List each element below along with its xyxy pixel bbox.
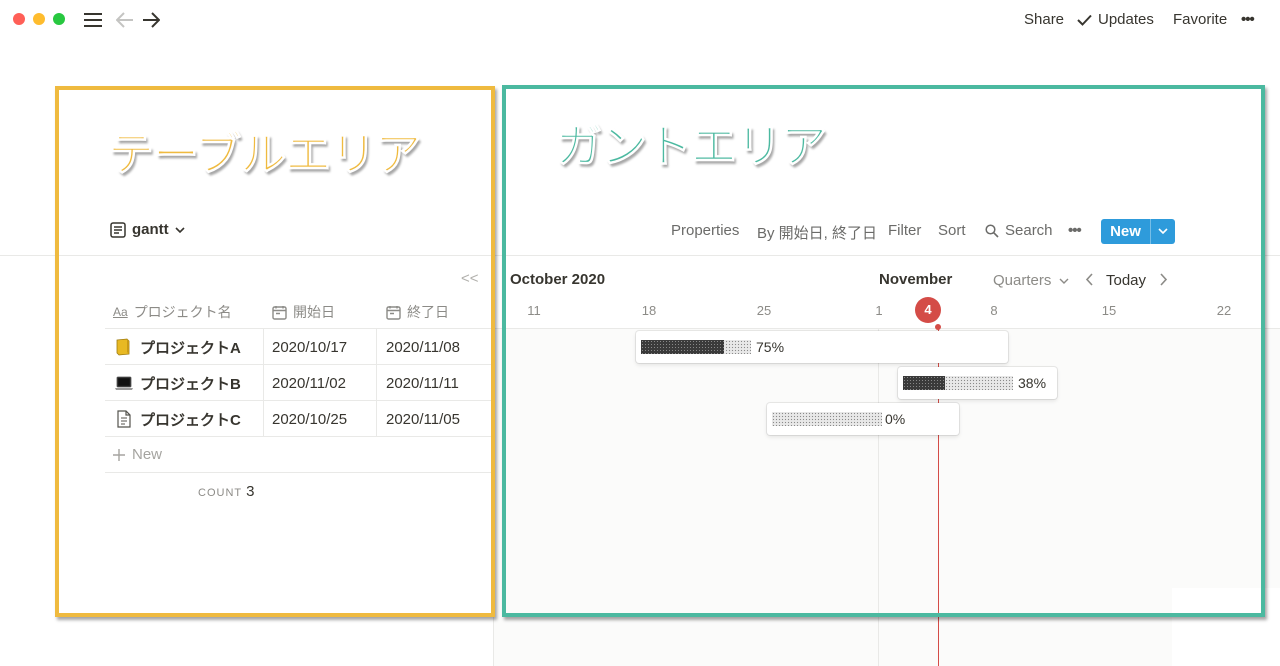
forward-arrow-icon[interactable] — [140, 8, 162, 32]
more-options-button[interactable]: ••• — [1241, 11, 1255, 28]
close-window-button[interactable] — [13, 13, 25, 25]
back-arrow-icon[interactable] — [114, 8, 136, 32]
updates-label: Updates — [1098, 11, 1154, 28]
title-bar: Share Updates Favorite ••• — [0, 0, 1280, 42]
sidebar-menu-icon[interactable] — [82, 8, 104, 32]
table-area-label: テーブルエリア — [107, 127, 421, 182]
zoom-window-button[interactable] — [53, 13, 65, 25]
check-icon — [1077, 14, 1092, 26]
gantt-area-label: ガントエリア — [556, 119, 828, 174]
favorite-button[interactable]: Favorite — [1173, 11, 1227, 28]
minimize-window-button[interactable] — [33, 13, 45, 25]
updates-button[interactable]: Updates — [1077, 11, 1154, 28]
share-button[interactable]: Share — [1024, 11, 1064, 28]
